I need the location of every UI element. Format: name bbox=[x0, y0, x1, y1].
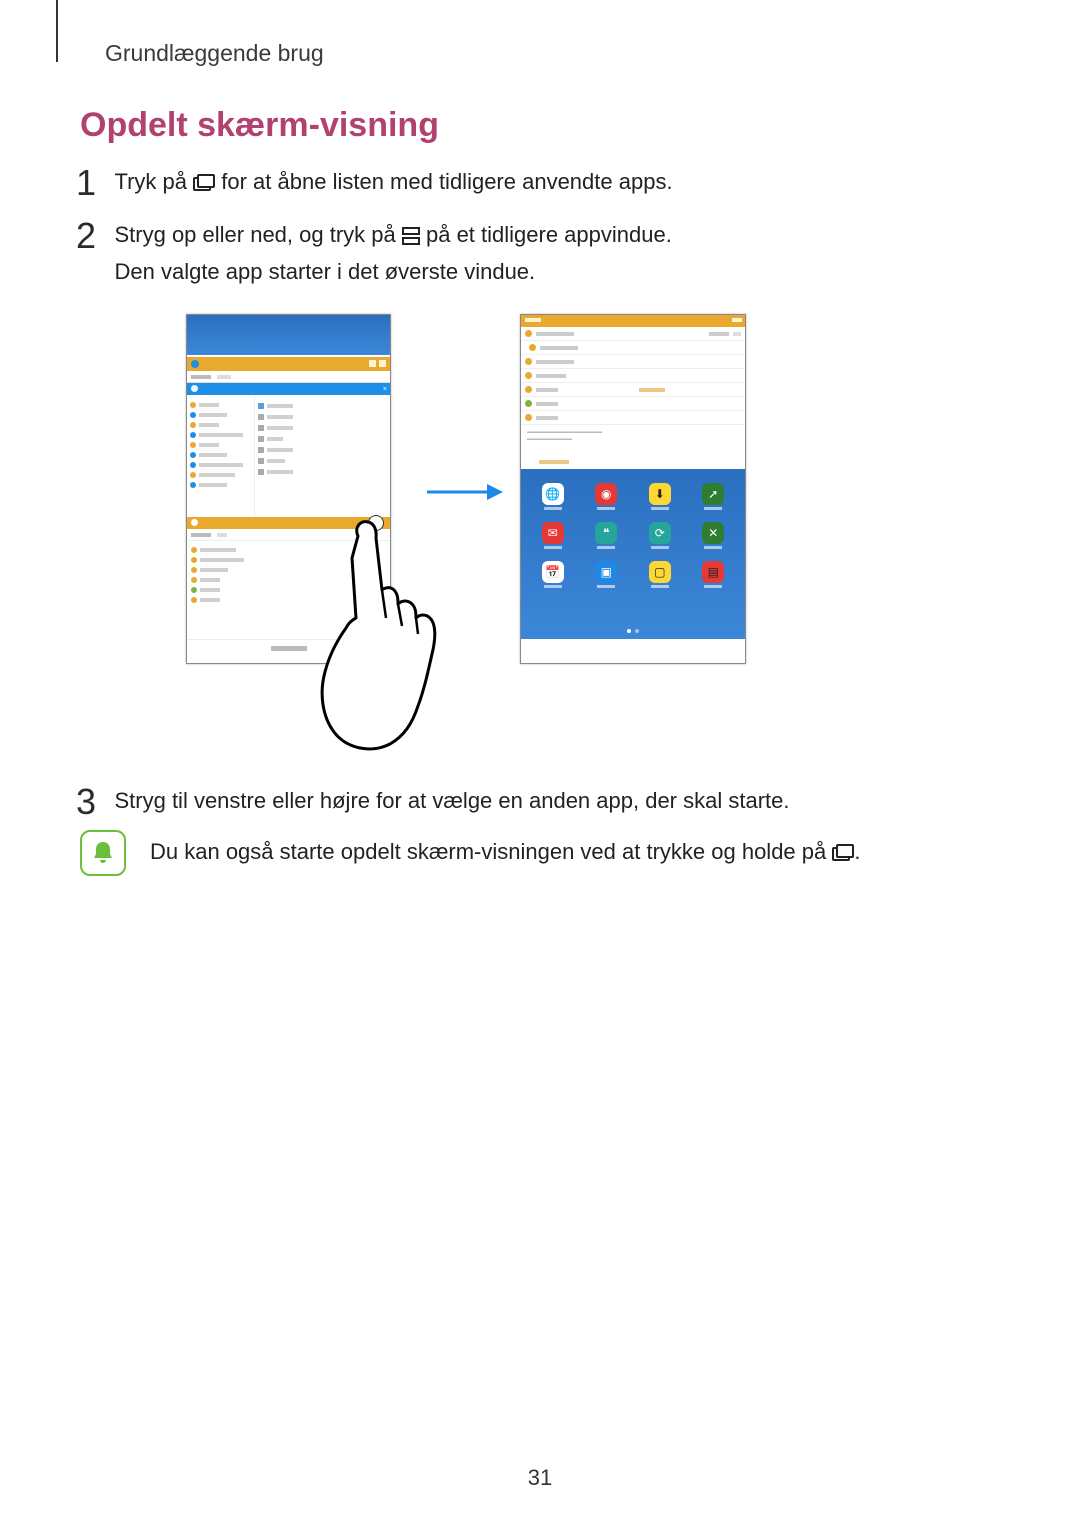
note: Du kan også starte opdelt skærm-visninge… bbox=[80, 830, 861, 876]
note-post: . bbox=[854, 839, 860, 864]
recent-apps-icon bbox=[832, 842, 854, 868]
illustration-screen-right: ▬▬▬▬▬▬▬▬▬▬▬▬▬▬▬▬▬▬▬▬▬▬▬▬ 🌐 ◉ ⬇ ➚ ✉ ❝ ⟳ ✕… bbox=[520, 314, 746, 664]
arrow-icon bbox=[425, 478, 505, 511]
hand-pointer-icon bbox=[310, 518, 480, 758]
recent-apps-icon bbox=[193, 168, 215, 202]
step-3-number: 3 bbox=[76, 784, 96, 820]
step-1-text: Tryk på for at åbne listen med tidligere… bbox=[114, 165, 672, 202]
note-text: Du kan også starte opdelt skærm-visninge… bbox=[150, 839, 861, 868]
split-screen-icon bbox=[402, 221, 420, 255]
step-1: 1 Tryk på for at åbne listen med tidlige… bbox=[76, 165, 673, 202]
step-3-text: Stryg til venstre eller højre for at væl… bbox=[114, 784, 789, 818]
step-2-line2: Den valgte app starter i det øverste vin… bbox=[114, 259, 535, 284]
step-2-pre: Stryg op eller ned, og tryk på bbox=[114, 222, 401, 247]
page-header: Grundlæggende brug bbox=[105, 40, 324, 67]
step-2: 2 Stryg op eller ned, og tryk på på et t… bbox=[76, 218, 672, 289]
step-3: 3 Stryg til venstre eller højre for at v… bbox=[76, 784, 789, 820]
note-bell-icon bbox=[80, 830, 126, 876]
step-2-text: Stryg op eller ned, og tryk på på et tid… bbox=[114, 218, 671, 289]
illustration: × bbox=[180, 308, 900, 748]
step-1-number: 1 bbox=[76, 165, 96, 201]
step-1-pre: Tryk på bbox=[114, 169, 193, 194]
step-2-number: 2 bbox=[76, 218, 96, 254]
header-rule bbox=[56, 0, 58, 62]
step-2-post: på et tidligere appvindue. bbox=[426, 222, 672, 247]
page-number: 31 bbox=[0, 1465, 1080, 1491]
step-1-post: for at åbne listen med tidligere anvendt… bbox=[221, 169, 672, 194]
section-heading: Opdelt skærm-visning bbox=[80, 106, 439, 145]
note-pre: Du kan også starte opdelt skærm-visninge… bbox=[150, 839, 832, 864]
